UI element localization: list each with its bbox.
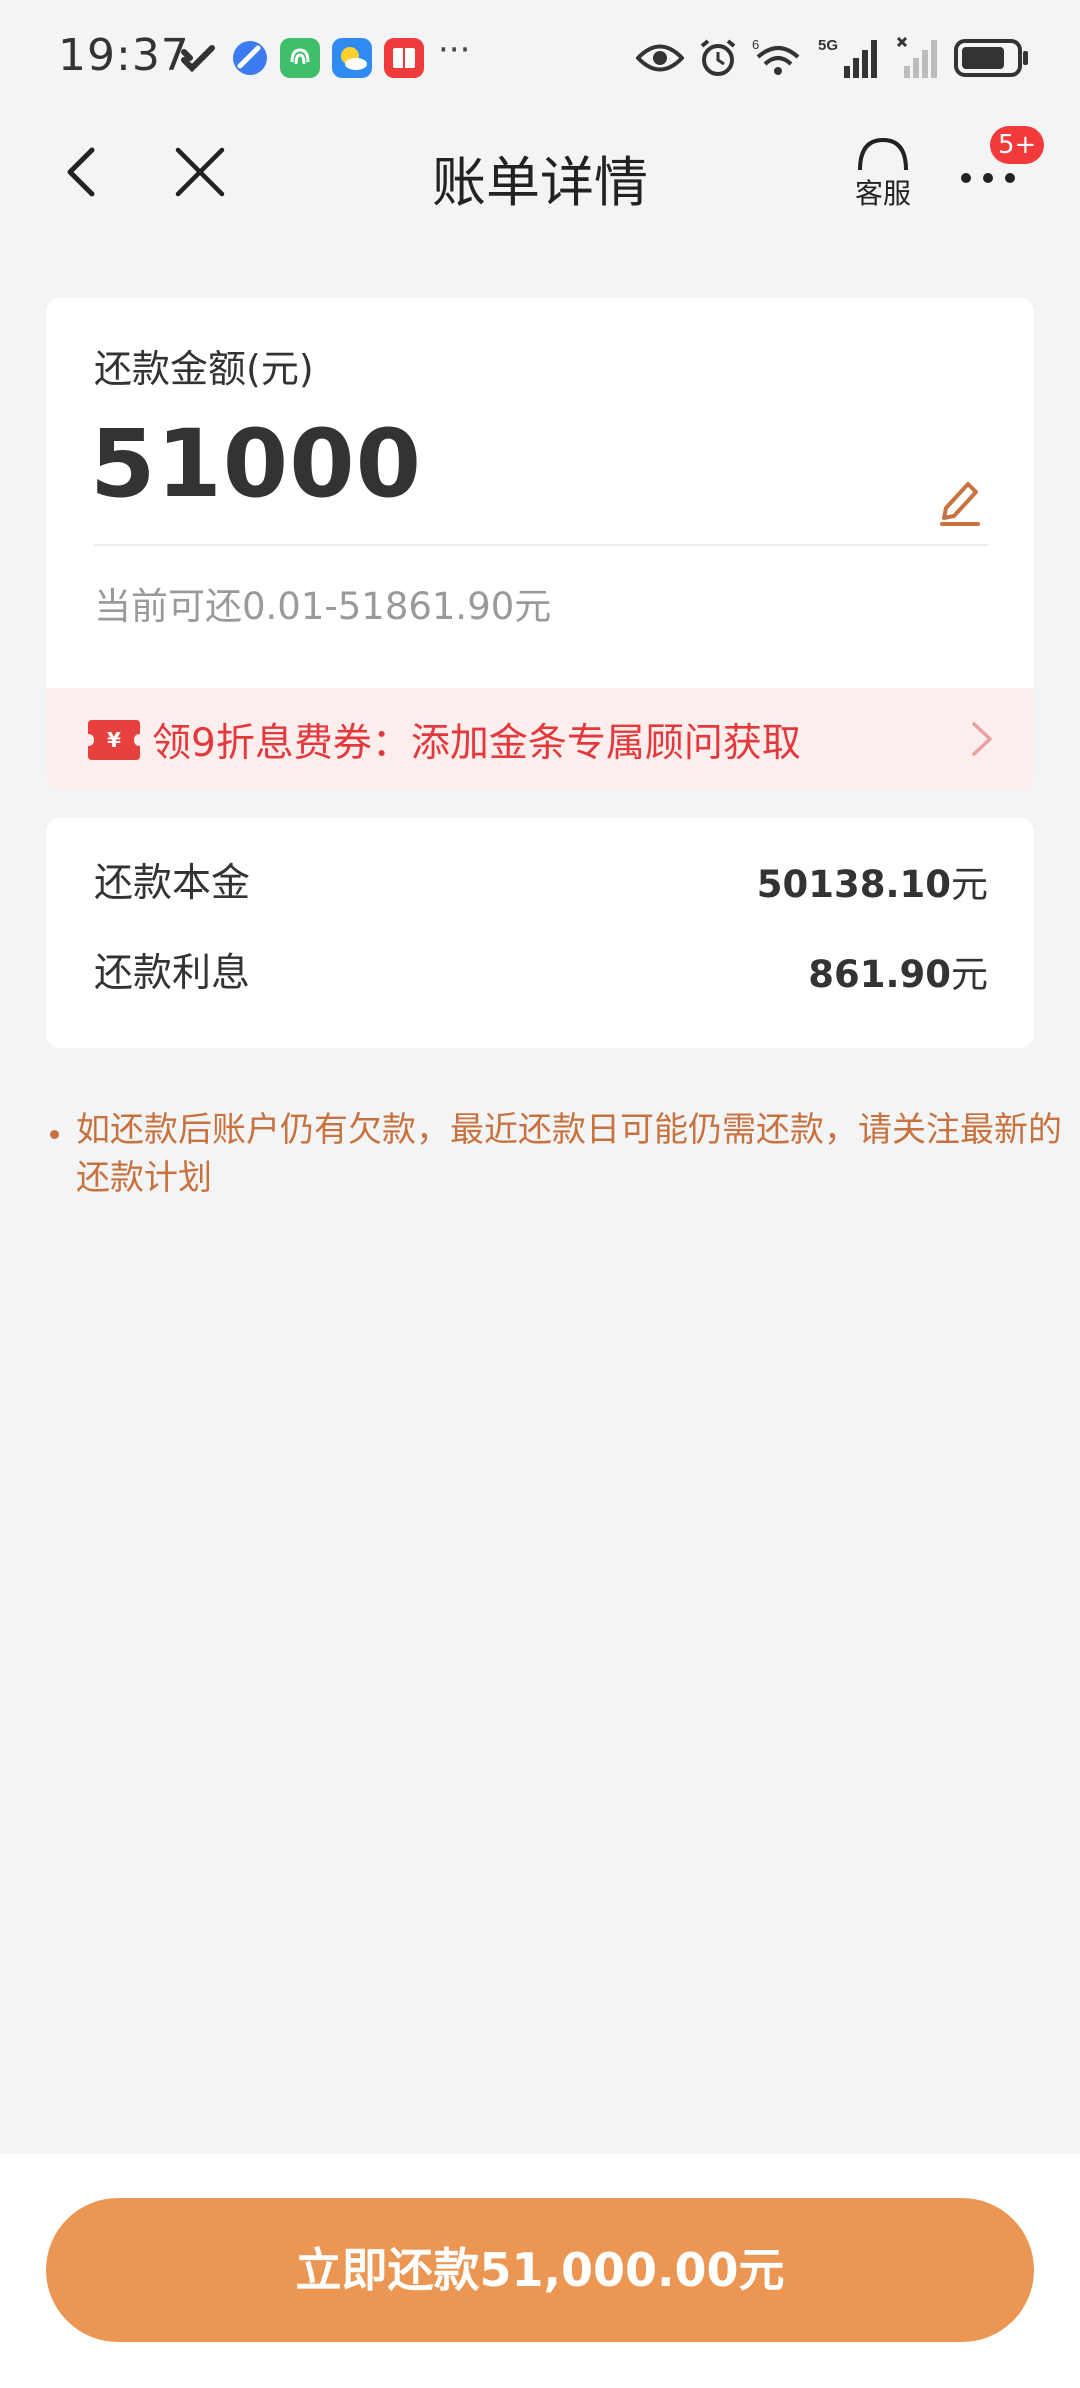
chevron-right-icon bbox=[972, 722, 992, 756]
amount-input[interactable]: 51000 bbox=[90, 410, 422, 519]
bottom-action-bar: 立即还款51,000.00元 bbox=[0, 2154, 1080, 2388]
eye-icon bbox=[636, 44, 684, 72]
coupon-icon: ¥ bbox=[88, 720, 140, 760]
repayment-breakdown-card: 还款本金 50138.10元 还款利息 861.90元 bbox=[46, 818, 1034, 1048]
interest-unit: 元 bbox=[951, 953, 988, 996]
weather-app-icon bbox=[332, 38, 372, 78]
svg-text:5G: 5G bbox=[818, 37, 838, 54]
repayment-amount-card: 还款金额(元) 51000 当前可还0.01-51861.90元 ¥ 领9折息费… bbox=[46, 298, 1034, 790]
amount-label: 还款金额(元) bbox=[94, 347, 314, 391]
status-bar: 19:37 ··· 6 5G bbox=[0, 0, 1080, 120]
more-notifications-indicator: ··· bbox=[438, 30, 471, 70]
interest-row: 还款利息 861.90元 bbox=[94, 932, 988, 1002]
wifi-icon: 6 bbox=[752, 37, 800, 75]
principal-value: 50138.10元 bbox=[757, 854, 988, 908]
interest-value: 861.90元 bbox=[808, 944, 988, 998]
interest-label: 还款利息 bbox=[94, 951, 251, 996]
divider bbox=[94, 544, 988, 546]
repay-now-button[interactable]: 立即还款51,000.00元 bbox=[46, 2198, 1034, 2342]
notification-badge: 5+ bbox=[990, 126, 1045, 164]
page-title: 账单详情 bbox=[432, 151, 648, 214]
battery-icon bbox=[954, 39, 1028, 77]
bullet-dot bbox=[50, 1130, 59, 1139]
svg-text:¥: ¥ bbox=[107, 728, 121, 752]
principal-row: 还款本金 50138.10元 bbox=[94, 842, 988, 912]
nav-bar: 账单详情 客服 5+ bbox=[0, 120, 1080, 230]
principal-unit: 元 bbox=[951, 863, 988, 906]
repayable-range: 当前可还0.01-51861.90元 bbox=[94, 585, 552, 628]
customer-service-button[interactable]: 客服 bbox=[848, 134, 918, 214]
svg-text:6: 6 bbox=[752, 37, 759, 52]
health-app-icon bbox=[181, 45, 215, 73]
coupon-promo-banner[interactable]: ¥ 领9折息费券：添加金条专属顾问获取 bbox=[46, 688, 1034, 790]
edit-icon[interactable] bbox=[936, 474, 984, 526]
reader-app-icon bbox=[384, 38, 424, 78]
interest-amount: 861.90 bbox=[808, 953, 951, 996]
fingerprint-app-icon bbox=[280, 38, 320, 78]
status-right-icons: 6 5G bbox=[636, 34, 1030, 82]
browser-app-icon bbox=[233, 41, 267, 75]
customer-service-label: 客服 bbox=[854, 177, 911, 210]
principal-label: 还款本金 bbox=[94, 861, 251, 906]
no-signal-icon bbox=[896, 36, 937, 78]
status-time: 19:37 bbox=[58, 30, 190, 81]
signal-icon: 5G bbox=[818, 37, 877, 78]
notice-text: 如还款后账户仍有欠款，最近还款日可能仍需还款，请关注最新的还款计划 bbox=[76, 1110, 1062, 1198]
coupon-promo-text: 领9折息费券：添加金条专属顾问获取 bbox=[152, 721, 801, 766]
principal-amount: 50138.10 bbox=[756, 863, 951, 906]
alarm-icon bbox=[700, 39, 736, 76]
